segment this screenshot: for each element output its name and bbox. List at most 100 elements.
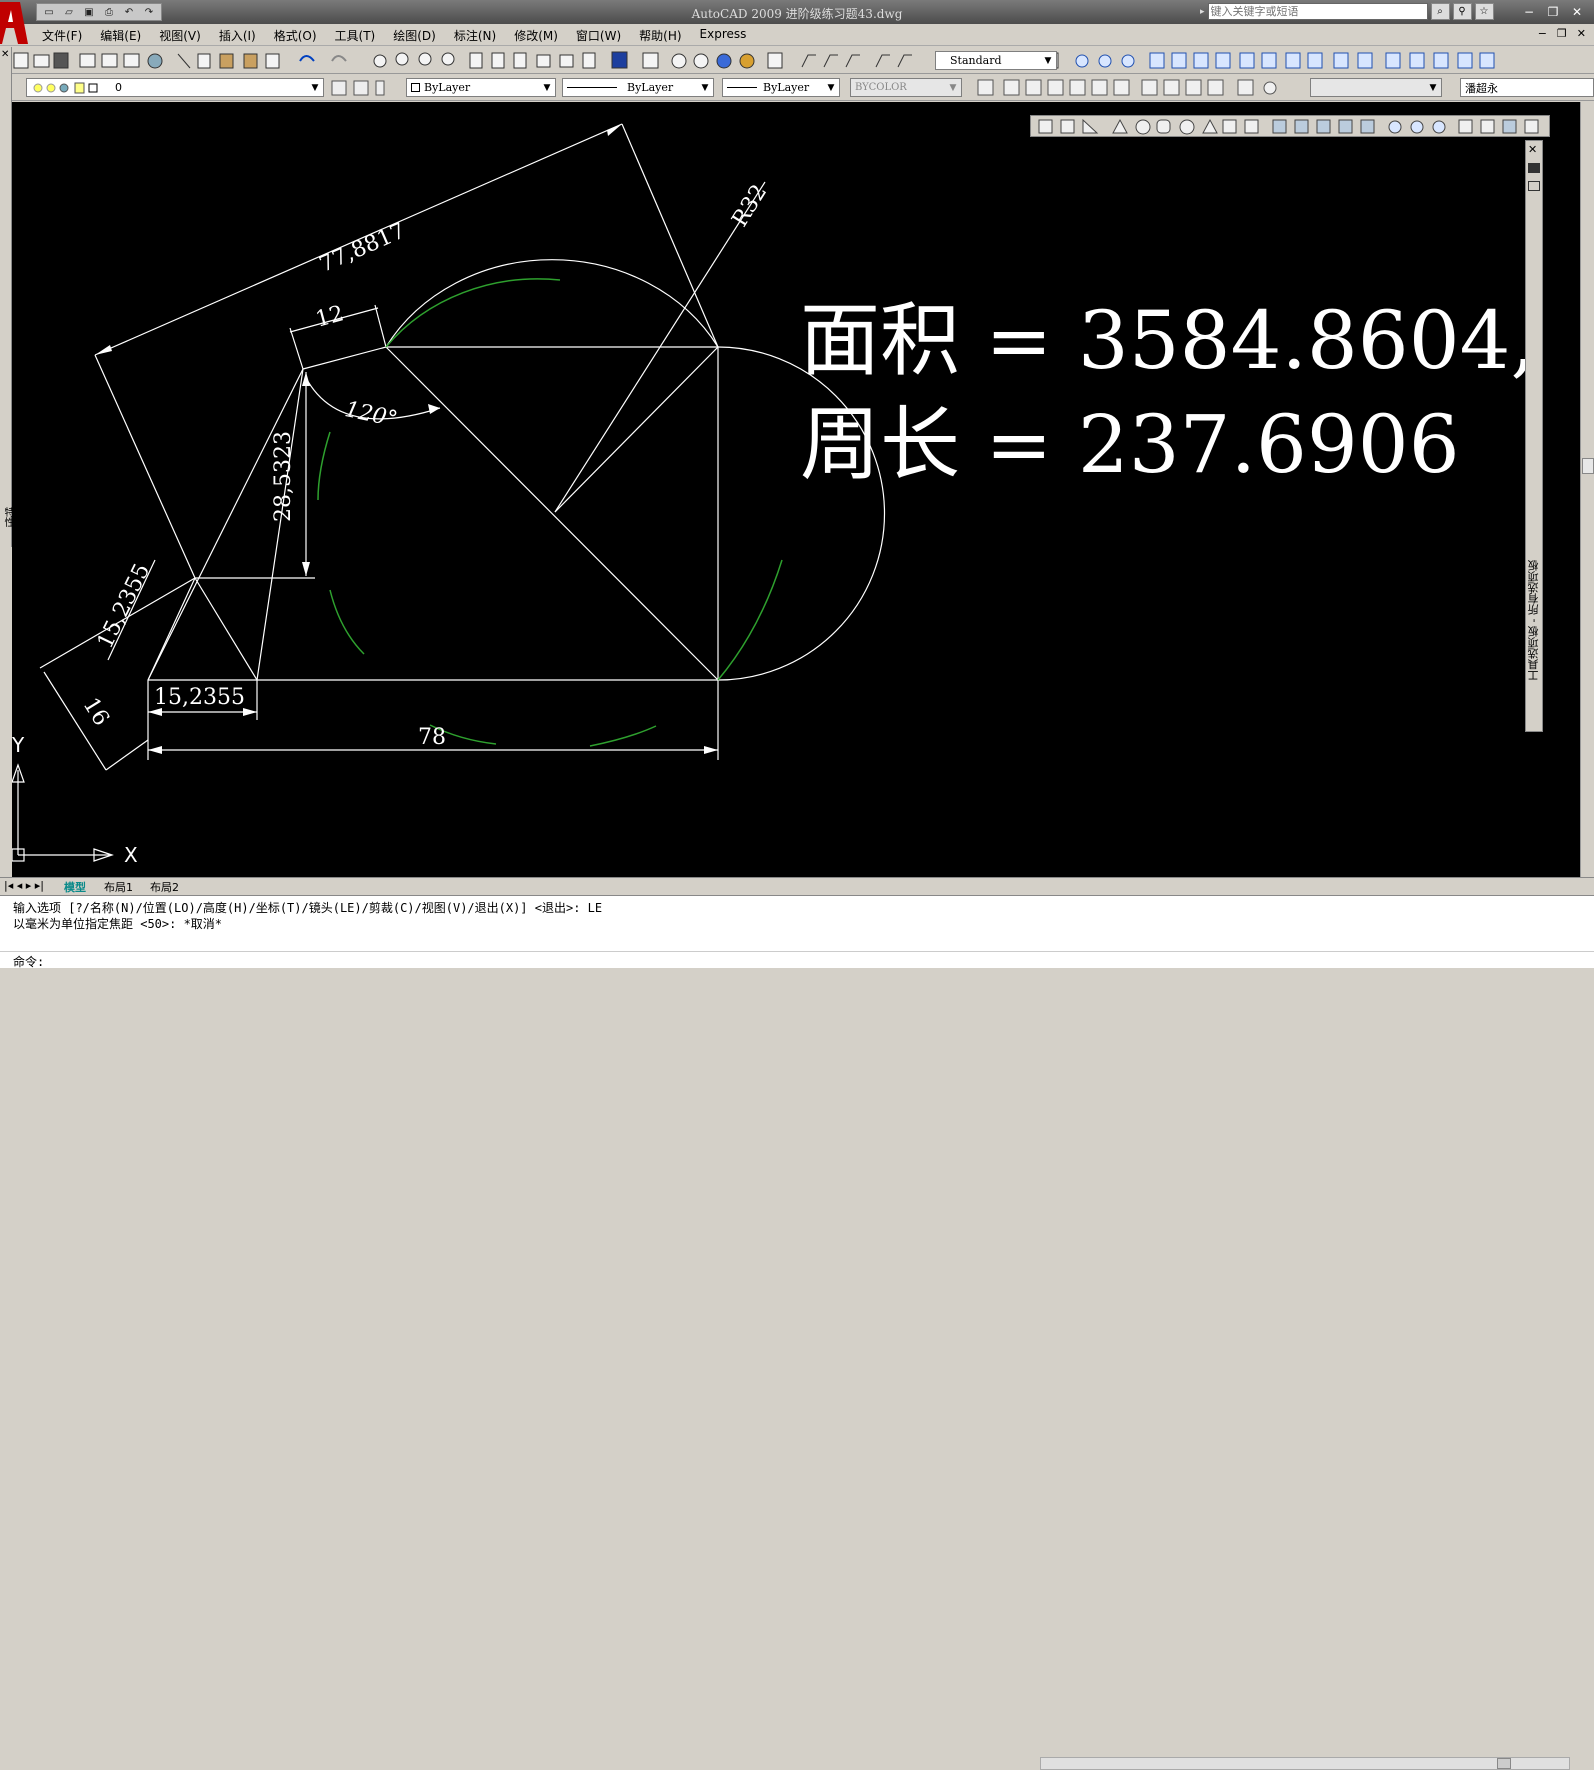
plot-icon[interactable] bbox=[79, 53, 96, 68]
make-object-layer-current-icon[interactable] bbox=[353, 80, 369, 96]
menu-dimension[interactable]: 标注(N) bbox=[454, 27, 496, 44]
named-views-icon[interactable] bbox=[977, 79, 994, 96]
menu-file[interactable]: 文件(F) bbox=[42, 27, 82, 44]
properties-palette-strip[interactable]: ✕ 特性 bbox=[0, 47, 13, 547]
presspull-icon[interactable] bbox=[1294, 119, 1309, 134]
3d-dwf-icon[interactable] bbox=[147, 53, 163, 69]
menu-help[interactable]: 帮助(H) bbox=[639, 27, 681, 44]
publish-icon[interactable] bbox=[123, 53, 140, 68]
tool-palettes-icon[interactable] bbox=[513, 52, 527, 69]
separate-icon[interactable] bbox=[1357, 52, 1373, 69]
open-icon[interactable] bbox=[33, 54, 50, 68]
imprint-icon[interactable] bbox=[1333, 52, 1349, 69]
cone-icon[interactable] bbox=[1112, 118, 1128, 134]
camera-icon[interactable] bbox=[642, 52, 659, 69]
autocad-logo-icon[interactable] bbox=[0, 0, 28, 44]
vertical-scroll-thumb[interactable] bbox=[1582, 458, 1594, 474]
redo-tb-icon[interactable] bbox=[331, 55, 347, 62]
menu-tools[interactable]: 工具(T) bbox=[335, 27, 376, 44]
layer-select[interactable]: 0 ▼ bbox=[26, 78, 324, 97]
menu-insert[interactable]: 插入(I) bbox=[219, 27, 256, 44]
slice-icon[interactable] bbox=[1285, 52, 1301, 69]
menu-draw[interactable]: 绘图(D) bbox=[393, 27, 436, 44]
favorites-icon[interactable]: ☆ bbox=[1474, 3, 1494, 20]
multileader-icon[interactable] bbox=[801, 54, 816, 68]
section-plane-icon[interactable] bbox=[1479, 52, 1495, 69]
plotstyle-select[interactable]: BYCOLOR ▼ bbox=[850, 78, 962, 97]
tab-nav-arrows[interactable]: |◂ ◂ ▸ ▸| bbox=[4, 879, 44, 892]
align-leader-icon[interactable] bbox=[875, 54, 890, 68]
minimize-button[interactable]: − bbox=[1518, 3, 1540, 21]
convert-icon[interactable] bbox=[1457, 52, 1473, 69]
user-field[interactable]: 潘超永 bbox=[1460, 78, 1594, 97]
back-view-icon[interactable] bbox=[1113, 79, 1130, 96]
view-tools-icon[interactable] bbox=[1263, 81, 1277, 95]
se-iso-icon[interactable] bbox=[1163, 79, 1180, 96]
torus-icon[interactable] bbox=[1179, 119, 1195, 135]
menu-view[interactable]: 视图(V) bbox=[159, 27, 201, 44]
undo-tb-icon[interactable] bbox=[299, 55, 315, 62]
match-prop-icon[interactable] bbox=[243, 53, 258, 69]
communication-center-icon[interactable]: ⚲ bbox=[1452, 3, 1472, 20]
left-view-icon[interactable] bbox=[1047, 79, 1064, 96]
zoom-realtime-icon[interactable] bbox=[395, 52, 409, 66]
text-style-select[interactable]: Standard ▼ bbox=[935, 51, 1057, 70]
visual-style-2d-icon[interactable] bbox=[671, 53, 687, 69]
menu-modify[interactable]: 修改(M) bbox=[514, 27, 558, 44]
multiline-text-icon[interactable] bbox=[767, 52, 783, 69]
3d-rotate-icon[interactable] bbox=[1171, 52, 1187, 69]
properties-icon[interactable] bbox=[469, 52, 483, 69]
3d-rotate-gizmo-icon[interactable] bbox=[1480, 119, 1495, 134]
extrude-icon[interactable] bbox=[1272, 119, 1287, 134]
3d-align-gizmo-icon[interactable] bbox=[1502, 119, 1517, 134]
palette-properties-icon[interactable] bbox=[1528, 181, 1540, 191]
add-leader-icon[interactable] bbox=[823, 54, 838, 68]
calculator-icon[interactable] bbox=[582, 52, 596, 69]
sw-iso-icon[interactable] bbox=[1141, 79, 1158, 96]
tab-layout1[interactable]: 布局1 bbox=[104, 879, 133, 895]
cut-icon[interactable] bbox=[177, 53, 191, 69]
nw-iso-icon[interactable] bbox=[1207, 79, 1224, 96]
3d-move-gizmo-icon[interactable] bbox=[1458, 119, 1473, 134]
design-center-icon[interactable] bbox=[491, 52, 505, 69]
doc-restore-button[interactable]: ❐ bbox=[1557, 27, 1567, 40]
palette-close-icon[interactable]: ✕ bbox=[1528, 143, 1537, 156]
right-view-icon[interactable] bbox=[1069, 79, 1086, 96]
horizontal-scroll-thumb[interactable] bbox=[1497, 1758, 1511, 1769]
box-icon[interactable] bbox=[1060, 119, 1075, 134]
linetype-select[interactable]: ByLayer ▼ bbox=[562, 78, 714, 97]
intersect-icon[interactable] bbox=[1121, 54, 1135, 68]
horizontal-scrollbar[interactable] bbox=[1040, 1757, 1570, 1770]
block-editor-icon[interactable] bbox=[265, 53, 280, 69]
qnew-icon[interactable] bbox=[13, 52, 29, 69]
drawing-canvas[interactable]: 77,8817 R32 12 120° 28,5323 15,2355 15,2… bbox=[12, 102, 1580, 877]
pyramid-icon[interactable] bbox=[1202, 118, 1218, 134]
close-icon[interactable]: ✕ bbox=[1, 49, 9, 60]
model-intersect-icon[interactable] bbox=[1432, 120, 1446, 134]
3d-array-gizmo-icon[interactable] bbox=[1524, 119, 1539, 134]
pan-icon[interactable] bbox=[373, 54, 387, 68]
doc-close-button[interactable]: ✕ bbox=[1577, 27, 1586, 40]
3d-array-icon[interactable] bbox=[1239, 52, 1255, 69]
subtract-icon[interactable] bbox=[1098, 54, 1112, 68]
close-button[interactable]: ✕ bbox=[1566, 3, 1588, 21]
save-tb-icon[interactable] bbox=[53, 52, 69, 69]
top-view-icon[interactable] bbox=[1003, 79, 1020, 96]
restore-button[interactable]: ❐ bbox=[1542, 3, 1564, 21]
menu-express[interactable]: Express bbox=[700, 27, 747, 44]
front-view-icon[interactable] bbox=[1091, 79, 1108, 96]
color-select[interactable]: ByLayer ▼ bbox=[406, 78, 556, 97]
command-prompt-row[interactable]: 命令: bbox=[0, 951, 1594, 969]
check-icon[interactable] bbox=[1409, 52, 1425, 69]
zoom-previous-icon[interactable] bbox=[441, 52, 455, 66]
zoom-window-icon[interactable] bbox=[418, 52, 432, 66]
bottom-view-icon[interactable] bbox=[1025, 79, 1042, 96]
3d-move-icon[interactable] bbox=[1149, 52, 1165, 69]
menu-window[interactable]: 窗口(W) bbox=[576, 27, 621, 44]
loft-icon[interactable] bbox=[1360, 119, 1375, 134]
helix-icon[interactable] bbox=[1222, 119, 1237, 134]
sheet-set-icon[interactable] bbox=[536, 54, 551, 68]
new-camera-icon[interactable] bbox=[1237, 79, 1254, 96]
vertical-scrollbar[interactable] bbox=[1580, 102, 1594, 877]
markup-icon[interactable] bbox=[559, 54, 574, 68]
